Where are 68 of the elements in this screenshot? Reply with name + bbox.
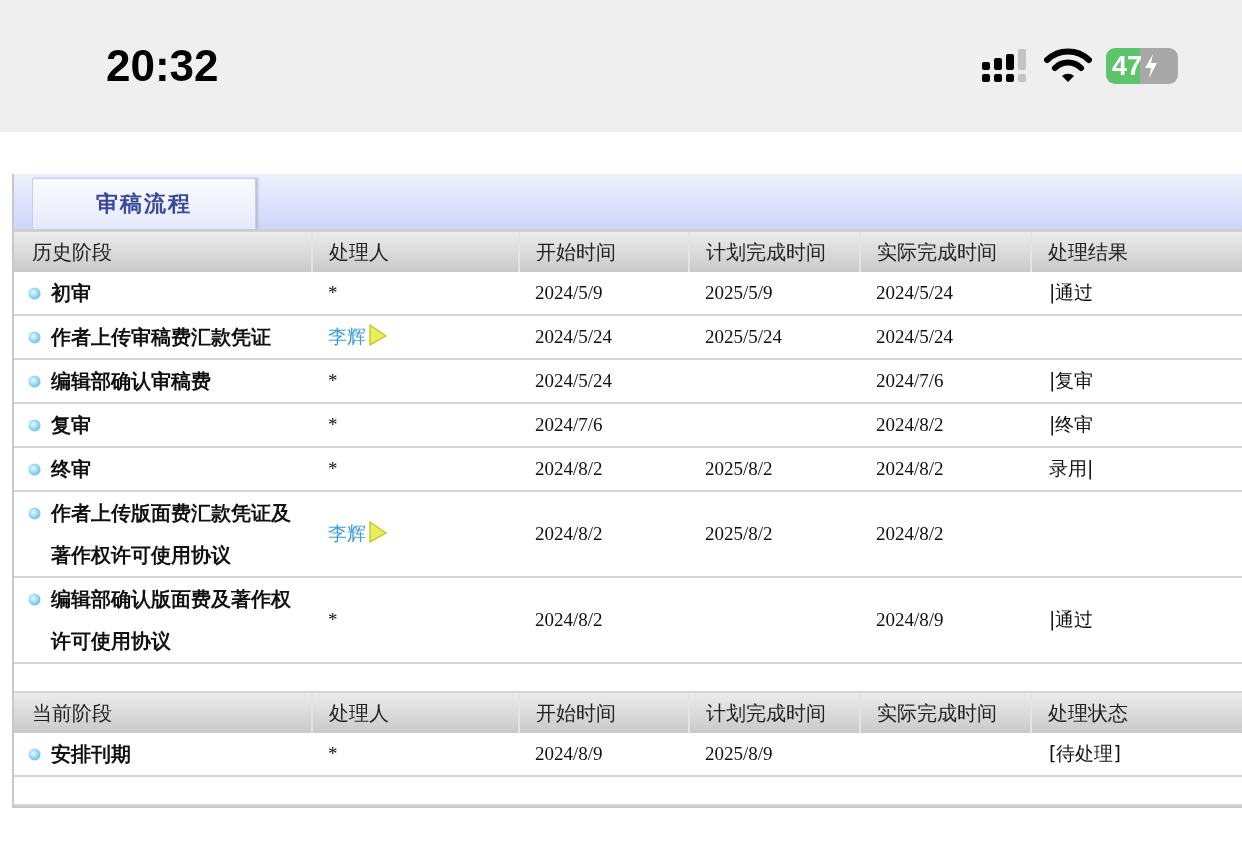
- column-header: 实际完成时间: [860, 232, 1031, 272]
- result-text: [待处理]: [1049, 742, 1121, 764]
- result-text: |通过: [1049, 608, 1094, 630]
- start-date: 2024/5/9: [535, 282, 603, 303]
- start-date: 2024/5/24: [535, 370, 613, 391]
- result-text: 录用|: [1049, 457, 1094, 479]
- bullet-icon: [28, 287, 41, 300]
- stage-name: 编辑部确认版面费及著作权许可使用协议: [51, 586, 292, 655]
- actual-date: 2024/8/2: [876, 523, 944, 544]
- arrow-icon: [368, 521, 388, 543]
- bullet-icon: [28, 419, 41, 432]
- battery-icon: 47: [1106, 48, 1178, 84]
- planned-date: 2025/8/2: [705, 523, 773, 544]
- process-tab[interactable]: 审稿流程: [32, 178, 256, 229]
- actual-date: 2024/8/2: [876, 414, 944, 435]
- bullet-icon: [28, 507, 41, 520]
- column-header: 计划完成时间: [689, 232, 860, 272]
- bullet-icon: [28, 331, 41, 344]
- column-header: 历史阶段: [14, 232, 312, 272]
- stage-name: 作者上传版面费汇款凭证及著作权许可使用协议: [51, 500, 292, 569]
- handler-text: *: [328, 370, 338, 391]
- handler-text: *: [328, 609, 338, 630]
- bullet-icon: [28, 375, 41, 388]
- start-date: 2024/7/6: [535, 414, 603, 435]
- start-date: 2024/8/9: [535, 743, 603, 764]
- start-date: 2024/8/2: [535, 458, 603, 479]
- stage-name: 编辑部确认审稿费: [51, 368, 211, 395]
- column-header: 处理状态: [1031, 692, 1242, 733]
- column-header: 开始时间: [519, 692, 689, 733]
- actual-date: 2024/5/24: [876, 326, 954, 347]
- actual-date: 2024/8/9: [876, 609, 944, 630]
- result-text: |复审: [1049, 369, 1094, 391]
- actual-date: 2024/5/24: [876, 282, 954, 303]
- result-text: |终审: [1049, 413, 1094, 435]
- bullet-icon: [28, 593, 41, 606]
- actual-date: 2024/8/2: [876, 458, 944, 479]
- handler-text: *: [328, 414, 338, 435]
- column-header: 实际完成时间: [860, 692, 1031, 733]
- handler-text: *: [328, 458, 338, 479]
- planned-date: 2025/8/9: [705, 743, 773, 764]
- stage-name: 终审: [51, 456, 91, 483]
- planned-date: 2025/5/9: [705, 282, 773, 303]
- column-header: 开始时间: [519, 232, 689, 272]
- handler-text: *: [328, 743, 338, 764]
- column-header: 处理人: [312, 232, 519, 272]
- result-text: |通过: [1049, 281, 1094, 303]
- actual-date: 2024/7/6: [876, 370, 944, 391]
- handler-link[interactable]: 李辉: [328, 325, 366, 347]
- handler-link[interactable]: 李辉: [328, 522, 366, 544]
- wifi-icon: [1044, 48, 1092, 84]
- stage-name: 复审: [51, 412, 91, 439]
- column-header: 处理结果: [1031, 232, 1242, 272]
- start-date: 2024/8/2: [535, 609, 603, 630]
- handler-text: *: [328, 282, 338, 303]
- stage-name: 作者上传审稿费汇款凭证: [51, 324, 271, 351]
- planned-date: 2025/5/24: [705, 326, 783, 347]
- column-header: 处理人: [312, 692, 519, 733]
- start-date: 2024/8/2: [535, 523, 603, 544]
- clock-time: 20:32: [106, 41, 219, 91]
- arrow-icon: [368, 324, 388, 346]
- stage-name: 安排刊期: [51, 741, 131, 768]
- column-header: 当前阶段: [14, 692, 312, 733]
- column-header: 计划完成时间: [689, 692, 860, 733]
- bullet-icon: [28, 463, 41, 476]
- start-date: 2024/5/24: [535, 326, 613, 347]
- bullet-icon: [28, 748, 41, 761]
- planned-date: 2025/8/2: [705, 458, 773, 479]
- stage-name: 初审: [51, 280, 91, 307]
